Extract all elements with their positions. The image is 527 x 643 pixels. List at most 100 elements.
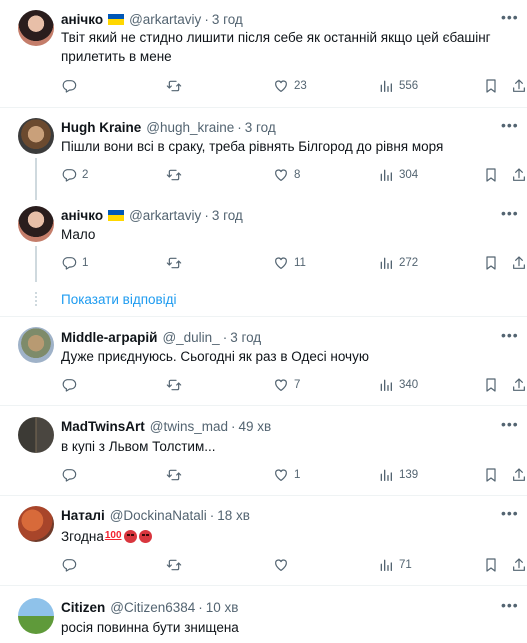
timestamp[interactable]: 18 хв bbox=[217, 508, 250, 523]
more-icon[interactable]: ••• bbox=[501, 597, 518, 615]
avatar[interactable] bbox=[18, 206, 54, 242]
retweet-button[interactable] bbox=[166, 253, 187, 273]
share-button[interactable] bbox=[511, 253, 527, 273]
bookmark-button[interactable] bbox=[483, 555, 499, 575]
timestamp[interactable]: 3 год bbox=[212, 208, 243, 223]
retweet-button[interactable] bbox=[166, 375, 187, 395]
bookmark-button[interactable] bbox=[483, 165, 499, 185]
show-replies-link[interactable]: Показати відповіді bbox=[61, 292, 177, 307]
reply-button[interactable] bbox=[61, 465, 82, 485]
display-name[interactable]: Hugh Kraine bbox=[61, 120, 141, 135]
reply-button[interactable] bbox=[61, 375, 82, 395]
avatar[interactable] bbox=[18, 327, 54, 363]
like-button[interactable]: 11 bbox=[273, 253, 306, 273]
bookmark-button[interactable] bbox=[483, 465, 499, 485]
like-button[interactable]: 8 bbox=[273, 165, 300, 185]
display-name[interactable]: MadTwinsArt bbox=[61, 419, 145, 434]
more-icon[interactable]: ••• bbox=[501, 9, 518, 27]
avatar[interactable] bbox=[18, 417, 54, 453]
username[interactable]: @_dulin_ bbox=[162, 330, 219, 345]
avatar[interactable] bbox=[18, 10, 54, 46]
timestamp[interactable]: 3 год bbox=[245, 120, 276, 135]
more-icon[interactable]: ••• bbox=[501, 205, 518, 223]
timestamp[interactable]: 3 год bbox=[230, 330, 261, 345]
username[interactable]: @hugh_kraine bbox=[146, 120, 234, 135]
thread-line bbox=[35, 158, 37, 200]
share-icon bbox=[511, 377, 527, 393]
username[interactable]: @Citizen6384 bbox=[110, 600, 195, 615]
views-button[interactable]: 71 bbox=[378, 555, 412, 575]
avatar[interactable] bbox=[18, 598, 54, 634]
views-button[interactable]: 139 bbox=[378, 465, 418, 485]
share-icon bbox=[511, 557, 527, 573]
share-button[interactable] bbox=[511, 465, 527, 485]
username[interactable]: @arkartaviy bbox=[129, 208, 201, 223]
views-button[interactable]: 272 bbox=[378, 253, 418, 273]
reply-button[interactable]: 1 bbox=[61, 253, 88, 273]
more-icon[interactable]: ••• bbox=[501, 117, 518, 135]
like-count: 8 bbox=[294, 169, 301, 181]
reply-count: 2 bbox=[82, 169, 89, 181]
timestamp[interactable]: 3 год bbox=[212, 12, 243, 27]
reply-icon bbox=[61, 255, 77, 271]
tweet-text: в купі з Львом Толстим... bbox=[61, 439, 216, 454]
display-name[interactable]: анічко bbox=[61, 208, 103, 223]
like-count: 1 bbox=[294, 469, 301, 481]
display-name[interactable]: Наталі bbox=[61, 508, 105, 523]
view-count: 139 bbox=[399, 469, 419, 481]
tweet-2[interactable]: Hugh Kraine @hugh_kraine · 3 год ••• Піш… bbox=[0, 108, 527, 200]
like-button[interactable]: 1 bbox=[273, 465, 300, 485]
retweet-button[interactable] bbox=[166, 76, 187, 96]
bookmark-button[interactable] bbox=[483, 76, 499, 96]
tweet-text: Мало bbox=[61, 227, 96, 242]
views-button[interactable]: 340 bbox=[378, 375, 418, 395]
display-name[interactable]: Middle-аграрій bbox=[61, 330, 157, 345]
retweet-icon bbox=[166, 167, 182, 183]
timestamp[interactable]: 10 хв bbox=[206, 600, 239, 615]
tweet-text: Дуже приєднуюсь. Сьогодні як раз в Одесі… bbox=[61, 349, 369, 364]
reply-button[interactable] bbox=[61, 76, 82, 96]
username[interactable]: @DockinaNatali bbox=[110, 508, 207, 523]
timestamp[interactable]: 49 хв bbox=[238, 419, 271, 434]
like-button[interactable] bbox=[273, 555, 294, 575]
more-icon[interactable]: ••• bbox=[501, 505, 518, 523]
reply-button[interactable] bbox=[61, 555, 82, 575]
share-button[interactable] bbox=[511, 76, 527, 96]
retweet-button[interactable] bbox=[166, 165, 187, 185]
share-button[interactable] bbox=[511, 165, 527, 185]
display-name[interactable]: Citizen bbox=[61, 600, 105, 615]
bookmark-button[interactable] bbox=[483, 375, 499, 395]
display-name[interactable]: анічко bbox=[61, 12, 103, 27]
avatar[interactable] bbox=[18, 506, 54, 542]
like-button[interactable]: 23 bbox=[273, 76, 307, 96]
share-icon bbox=[511, 78, 527, 94]
bookmark-button[interactable] bbox=[483, 253, 499, 273]
share-button[interactable] bbox=[511, 375, 527, 395]
retweet-button[interactable] bbox=[166, 555, 187, 575]
views-icon bbox=[378, 557, 394, 573]
like-count: 11 bbox=[294, 257, 306, 269]
tweet-6[interactable]: Наталі @DockinaNatali · 18 хв ••• Згодна… bbox=[0, 496, 527, 584]
views-button[interactable]: 556 bbox=[378, 76, 418, 96]
tweet-3[interactable]: анічко @arkartaviy · 3 год ••• Мало 1 11… bbox=[0, 196, 527, 284]
views-icon bbox=[378, 78, 394, 94]
username[interactable]: @arkartaviy bbox=[129, 12, 201, 27]
more-icon[interactable]: ••• bbox=[501, 327, 518, 345]
tweet-5[interactable]: MadTwinsArt @twins_mad · 49 хв ••• в куп… bbox=[0, 406, 527, 495]
tweet-1[interactable]: анічко @arkartaviy · 3 год ••• Твіт який… bbox=[0, 0, 527, 108]
more-icon[interactable]: ••• bbox=[501, 416, 518, 434]
username[interactable]: @twins_mad bbox=[150, 419, 228, 434]
share-button[interactable] bbox=[511, 555, 527, 575]
tweet-4[interactable]: Middle-аграрій @_dulin_ · 3 год ••• Дуже… bbox=[0, 317, 527, 405]
views-button[interactable]: 304 bbox=[378, 165, 418, 185]
action-bar: 1 139 bbox=[61, 465, 516, 485]
share-icon bbox=[511, 167, 527, 183]
like-icon bbox=[273, 377, 289, 393]
separator-dot: · bbox=[204, 11, 209, 27]
separator-dot: · bbox=[209, 507, 215, 523]
like-button[interactable]: 7 bbox=[273, 375, 300, 395]
reply-button[interactable]: 2 bbox=[61, 165, 88, 185]
avatar[interactable] bbox=[18, 118, 54, 154]
tweet-7[interactable]: Citizen @Citizen6384 · 10 хв ••• росія п… bbox=[0, 586, 527, 643]
retweet-button[interactable] bbox=[166, 465, 187, 485]
